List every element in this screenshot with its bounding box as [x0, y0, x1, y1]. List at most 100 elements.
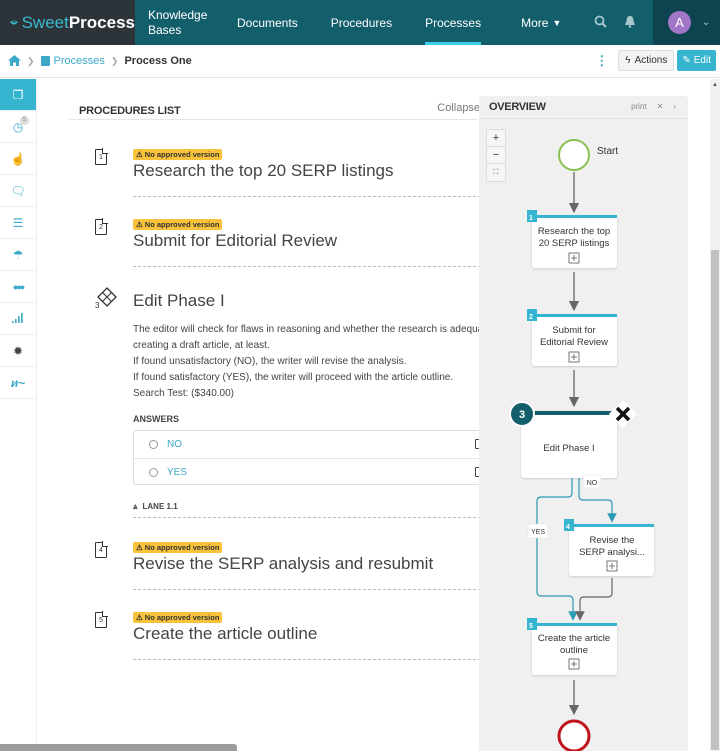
divider — [133, 266, 506, 267]
radio-button[interactable] — [149, 440, 158, 449]
svg-text:Submit for: Submit for — [552, 325, 595, 336]
diagram-decision-node-3[interactable]: 3 Edit Phase I — [509, 399, 638, 478]
nav-label: Processes — [425, 15, 482, 30]
chevron-down-icon: ▼ — [552, 17, 562, 28]
sidebar-item-badge[interactable]: ✹ — [0, 335, 36, 367]
document-icon: 2 — [95, 218, 108, 235]
sidebar-item-checklist[interactable]: ☰ — [0, 207, 36, 239]
edit-icon: ✎ — [682, 55, 691, 66]
divider — [133, 659, 506, 660]
nav-procedures[interactable]: Procedures — [331, 0, 392, 45]
nav-label: More — [521, 15, 549, 30]
bell-icon[interactable] — [615, 15, 645, 31]
lightning-icon: ϟ — [625, 55, 631, 66]
description-line: The editor will check for flaws in reaso… — [133, 324, 506, 351]
breadcrumb-processes[interactable]: Processes — [40, 55, 105, 67]
decision-diamond-icon: 3 — [95, 287, 117, 309]
diagram-node-2[interactable]: 2 Submit for Editorial Review — [527, 309, 617, 366]
road-icon: ⩓ — [133, 502, 138, 511]
svg-text:4: 4 — [566, 524, 570, 531]
nav-processes[interactable]: Processes — [425, 0, 482, 45]
umbrella-icon: ☂ — [12, 247, 24, 262]
badge-icon: ✹ — [12, 343, 24, 358]
diagram-node-4[interactable]: 4 Revise the SERP analysi... — [564, 519, 654, 576]
end-event[interactable] — [557, 719, 591, 751]
procedure-title[interactable]: Research the top 20 SERP listings — [133, 161, 394, 181]
user-menu[interactable]: A ⌄ — [653, 0, 720, 45]
answers-list: NO YES — [133, 430, 506, 485]
start-label: Start — [597, 146, 618, 157]
diagram-node-1[interactable]: 1 Research the top 20 SERP listings — [527, 210, 617, 268]
start-event[interactable] — [558, 139, 590, 171]
sidebar-item-documents[interactable]: ❐ — [0, 79, 36, 111]
sidebar-item-policies[interactable]: ☂ — [0, 239, 36, 271]
sidebar-item-team[interactable]: ●●● — [0, 271, 36, 303]
svg-text:SERP analysi...: SERP analysi... — [579, 547, 645, 558]
nav-label: Knowledge Bases — [148, 7, 208, 37]
brand-logo[interactable]: Sweet Process — [0, 0, 135, 45]
breadcrumb-separator: ❯ — [110, 55, 119, 66]
answer-yes[interactable]: YES — [134, 458, 505, 485]
sidebar-item-stats[interactable] — [0, 303, 36, 335]
sidebar-item-history[interactable]: ◷ 5 — [0, 111, 36, 143]
no-approved-version-badge: ⚠ No approved version — [133, 542, 223, 553]
procedure-title[interactable]: Submit for Editorial Review — [133, 231, 337, 251]
yes-branch-label: YES — [531, 529, 545, 536]
breadcrumb-label: Processes — [53, 55, 105, 67]
svg-text:20 SERP listings: 20 SERP listings — [539, 238, 610, 249]
brand-process: Process — [68, 12, 135, 32]
document-icon: 4 — [95, 541, 108, 558]
browser-status-bar — [0, 744, 237, 751]
left-sidebar: ❐ ◷ 5 ☝ 🗨 ☰ ☂ ●●● ✹ ᴎ~ — [0, 79, 37, 751]
home-icon[interactable] — [8, 54, 21, 69]
sidebar-item-signature[interactable]: ᴎ~ — [0, 367, 36, 399]
process-diagram: Start 1 Research the top 20 SERP listing… — [509, 139, 654, 751]
svg-text:outline: outline — [560, 645, 588, 656]
edit-label: Edit — [693, 55, 711, 66]
breadcrumb-current: Process One — [124, 55, 192, 67]
scrollbar-thumb[interactable] — [711, 250, 719, 750]
documents-icon — [40, 56, 50, 66]
svg-text:Research the top: Research the top — [538, 226, 610, 237]
procedures-panel: PROCEDURES LIST Collapse All ⌃ 1 ⚠ No ap… — [38, 79, 507, 751]
divider — [133, 517, 506, 518]
nav-more[interactable]: More ▼ — [521, 0, 561, 45]
signature-icon: ᴎ~ — [10, 375, 26, 390]
nav-label: Documents — [237, 15, 298, 30]
svg-text:5: 5 — [529, 623, 533, 630]
lane-label: ⩓ LANE 1.1 — [133, 502, 178, 512]
decision-item-3: 3 Edit Phase I ︿ The editor will check f… — [95, 287, 515, 527]
answer-no[interactable]: NO — [134, 431, 505, 458]
comments-icon: 🗨 — [10, 183, 26, 198]
avatar: A — [668, 11, 691, 34]
svg-text:Revise the: Revise the — [590, 535, 635, 546]
sidebar-item-comments[interactable]: 🗨 — [0, 175, 36, 207]
decision-title[interactable]: Edit Phase I — [133, 291, 225, 311]
nav-knowledge-bases[interactable]: Knowledge Bases — [148, 0, 218, 45]
procedures-list-title: PROCEDURES LIST — [79, 105, 181, 117]
main-nav: Knowledge Bases Documents Procedures Pro… — [135, 0, 561, 45]
divider — [133, 589, 506, 590]
no-approved-version-badge: ⚠ No approved version — [133, 149, 223, 160]
actions-label: Actions — [634, 55, 668, 66]
no-approved-version-badge: ⚠ No approved version — [133, 612, 223, 623]
radio-button[interactable] — [149, 467, 158, 477]
procedure-title[interactable]: Revise the SERP analysis and resubmit — [133, 554, 433, 574]
more-options-icon[interactable]: ⋮ — [595, 53, 608, 69]
procedure-title[interactable]: Create the article outline — [133, 624, 317, 644]
edit-button[interactable]: ✎ Edit — [677, 50, 716, 71]
top-navbar: Sweet Process Knowledge Bases Documents P… — [0, 0, 720, 45]
flow-arrow — [575, 578, 613, 621]
overview-panel: OVERVIEW print ✕ › + − ⛶ Start 1 Researc… — [479, 96, 688, 751]
actions-button[interactable]: ϟ Actions — [618, 50, 675, 71]
yes-branch-arrow — [536, 478, 578, 621]
sidebar-item-approvals[interactable]: ☝ — [0, 143, 36, 175]
search-icon[interactable] — [585, 15, 615, 31]
no-approved-version-badge: ⚠ No approved version — [133, 219, 223, 230]
documents-icon: ❐ — [12, 87, 24, 102]
answer-label: YES — [167, 466, 188, 478]
scroll-up-arrow-icon[interactable]: ▲ — [712, 82, 718, 88]
page-scrollbar[interactable]: ▲ — [710, 79, 720, 751]
diagram-node-5[interactable]: 5 Create the article outline — [527, 618, 617, 675]
nav-documents[interactable]: Documents — [237, 0, 298, 45]
